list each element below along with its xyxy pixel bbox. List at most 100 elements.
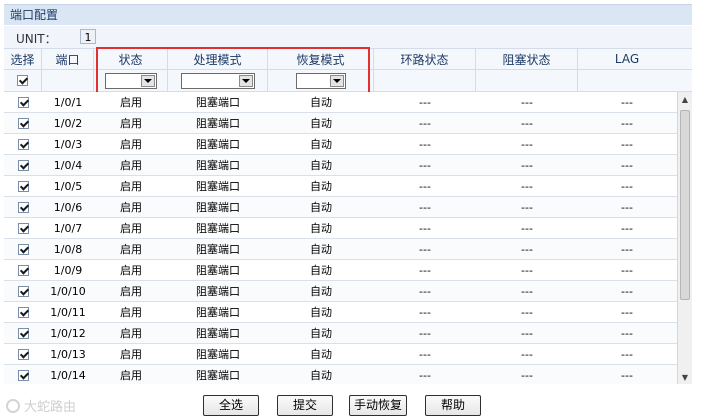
row-checkbox[interactable]: [17, 159, 29, 171]
vertical-scrollbar[interactable]: ▲ ▼: [677, 92, 692, 384]
port-cell: 1/0/11: [50, 305, 86, 319]
scroll-thumb[interactable]: [680, 110, 690, 300]
table-row[interactable]: 1/0/5 启用 阻塞端口 自动 --- --- ---: [4, 176, 692, 197]
filter-recover-cell: [268, 70, 374, 91]
lag-cell: ---: [621, 179, 633, 193]
row-checkbox[interactable]: [17, 180, 29, 192]
process-mode-cell: 阻塞端口: [196, 306, 240, 319]
filter-port-cell: [42, 70, 94, 91]
table-row[interactable]: 1/0/11 启用 阻塞端口 自动 --- --- ---: [4, 302, 692, 323]
block-status-cell: ---: [521, 200, 533, 214]
table-row[interactable]: 1/0/4 启用 阻塞端口 自动 --- --- ---: [4, 155, 692, 176]
block-status-cell: ---: [521, 137, 533, 151]
row-checkbox[interactable]: [17, 285, 29, 297]
row-checkbox[interactable]: [17, 222, 29, 234]
row-checkbox[interactable]: [17, 96, 29, 108]
status-cell: 启用: [120, 327, 142, 340]
port-cell: 1/0/12: [50, 326, 86, 340]
lag-cell: ---: [621, 284, 633, 298]
row-checkbox[interactable]: [17, 327, 29, 339]
block-status-cell: ---: [521, 263, 533, 277]
row-checkbox[interactable]: [17, 138, 29, 150]
port-cell: 1/0/13: [50, 347, 86, 361]
loop-status-cell: ---: [419, 347, 431, 361]
row-checkbox[interactable]: [17, 306, 29, 318]
col-header-process-mode: 处理模式: [168, 49, 268, 69]
loop-status-cell: ---: [419, 305, 431, 319]
unit-value[interactable]: 1: [80, 29, 96, 44]
table-row[interactable]: 1/0/8 启用 阻塞端口 自动 --- --- ---: [4, 239, 692, 260]
table-row[interactable]: 1/0/10 启用 阻塞端口 自动 --- --- ---: [4, 281, 692, 302]
table-header: 选择 端口 状态 处理模式 恢复模式 环路状态 阻塞状态 LAG: [4, 48, 692, 70]
lag-cell: ---: [621, 137, 633, 151]
table-row[interactable]: 1/0/14 启用 阻塞端口 自动 --- --- ---: [4, 365, 692, 384]
col-header-loop-status: 环路状态: [374, 49, 476, 69]
loop-status-cell: ---: [419, 200, 431, 214]
table-row[interactable]: 1/0/12 启用 阻塞端口 自动 --- --- ---: [4, 323, 692, 344]
lag-cell: ---: [621, 368, 633, 382]
process-mode-cell: 阻塞端口: [196, 222, 240, 235]
table-row[interactable]: 1/0/1 启用 阻塞端口 自动 --- --- ---: [4, 92, 692, 113]
loop-status-cell: ---: [419, 326, 431, 340]
panel-title: 端口配置: [4, 4, 692, 25]
port-cell: 1/0/8: [53, 242, 83, 256]
recover-mode-cell: 自动: [310, 159, 332, 172]
lag-cell: ---: [621, 347, 633, 361]
loop-status-cell: ---: [419, 116, 431, 130]
row-select-cell: [4, 365, 42, 384]
lag-cell: ---: [621, 242, 633, 256]
recover-mode-cell: 自动: [310, 348, 332, 361]
row-select-cell: [4, 281, 42, 301]
lag-cell: ---: [621, 305, 633, 319]
status-cell: 启用: [120, 201, 142, 214]
chevron-down-icon: [238, 75, 253, 87]
status-cell: 启用: [120, 369, 142, 382]
recover-mode-cell: 自动: [310, 201, 332, 214]
row-select-cell: [4, 176, 42, 196]
table-row[interactable]: 1/0/6 启用 阻塞端口 自动 --- --- ---: [4, 197, 692, 218]
process-mode-cell: 阻塞端口: [196, 348, 240, 361]
process-mode-select[interactable]: [180, 73, 255, 89]
status-cell: 启用: [120, 285, 142, 298]
table-row[interactable]: 1/0/2 启用 阻塞端口 自动 --- --- ---: [4, 113, 692, 134]
recover-mode-select[interactable]: [295, 73, 346, 89]
recover-mode-cell: 自动: [310, 117, 332, 130]
process-mode-cell: 阻塞端口: [196, 117, 240, 130]
table-row[interactable]: 1/0/3 启用 阻塞端口 自动 --- --- ---: [4, 134, 692, 155]
scroll-down-icon[interactable]: ▼: [678, 370, 692, 384]
lag-cell: ---: [621, 263, 633, 277]
status-select[interactable]: [104, 73, 157, 89]
port-cell: 1/0/14: [50, 368, 86, 382]
lag-cell: ---: [621, 200, 633, 214]
port-cell: 1/0/3: [53, 137, 83, 151]
select-all-button[interactable]: 全选: [203, 395, 259, 416]
row-checkbox[interactable]: [17, 117, 29, 129]
row-checkbox[interactable]: [17, 369, 29, 381]
row-checkbox[interactable]: [17, 264, 29, 276]
status-cell: 启用: [120, 96, 142, 109]
manual-recover-button[interactable]: 手动恢复: [349, 395, 407, 416]
filter-mode-cell: [168, 70, 268, 91]
process-mode-cell: 阻塞端口: [196, 285, 240, 298]
row-checkbox[interactable]: [17, 243, 29, 255]
status-cell: 启用: [120, 117, 142, 130]
recover-mode-cell: 自动: [310, 264, 332, 277]
filter-block-cell: [476, 70, 578, 91]
col-header-recover-mode: 恢复模式: [268, 49, 374, 69]
table-row[interactable]: 1/0/7 启用 阻塞端口 自动 --- --- ---: [4, 218, 692, 239]
row-select-cell: [4, 323, 42, 343]
filter-status-cell: [94, 70, 168, 91]
scroll-up-icon[interactable]: ▲: [678, 92, 692, 106]
table-row[interactable]: 1/0/9 启用 阻塞端口 自动 --- --- ---: [4, 260, 692, 281]
row-checkbox[interactable]: [17, 348, 29, 360]
help-button[interactable]: 帮助: [425, 395, 481, 416]
process-mode-cell: 阻塞端口: [196, 243, 240, 256]
recover-mode-cell: 自动: [310, 243, 332, 256]
select-all-checkbox[interactable]: [17, 75, 28, 86]
col-header-status: 状态: [94, 49, 168, 69]
unit-label: UNIT：: [16, 32, 57, 46]
row-checkbox[interactable]: [17, 201, 29, 213]
process-mode-cell: 阻塞端口: [196, 327, 240, 340]
submit-button[interactable]: 提交: [277, 395, 333, 416]
table-row[interactable]: 1/0/13 启用 阻塞端口 自动 --- --- ---: [4, 344, 692, 365]
